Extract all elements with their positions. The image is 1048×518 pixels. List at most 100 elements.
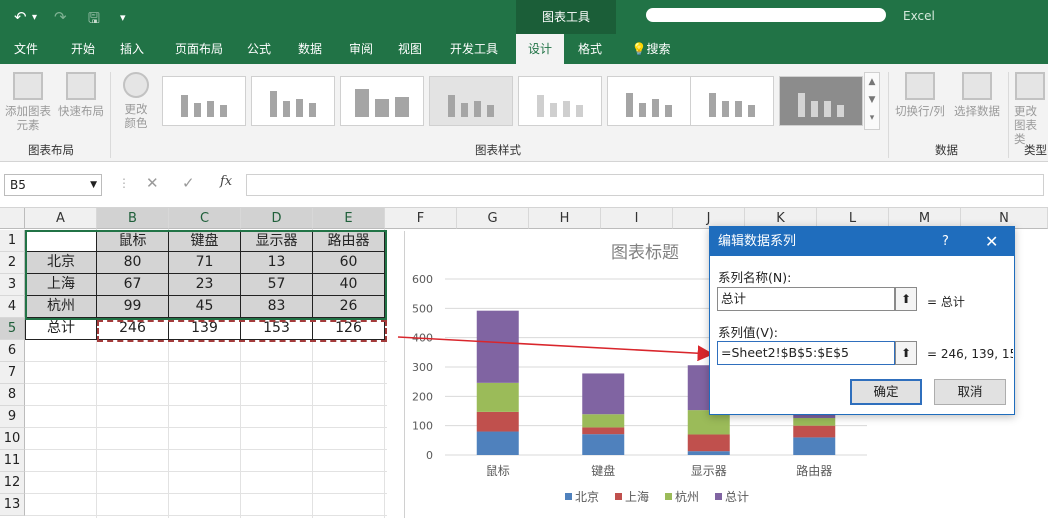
cell-B2[interactable]: 80 (97, 252, 169, 274)
styles-scroll[interactable]: ▲ ▼ ▾ (864, 72, 880, 130)
column-header-E[interactable]: E (313, 208, 385, 229)
name-box[interactable]: B5 ▼ (4, 174, 102, 196)
row-header-9[interactable]: 9 (0, 406, 25, 428)
help-button[interactable]: ? (942, 227, 949, 256)
undo-icon[interactable]: ↶ (14, 8, 27, 26)
enter-icon[interactable]: ✓ (182, 174, 195, 192)
row-header-11[interactable]: 11 (0, 450, 25, 472)
tab-1[interactable]: 开始 (62, 34, 104, 64)
cell-A3[interactable]: 上海 (25, 274, 97, 296)
close-button[interactable]: ✕ (985, 227, 998, 256)
chart-style-4[interactable] (429, 76, 513, 126)
ok-button[interactable]: 确定 (850, 379, 922, 405)
tab-3[interactable]: 页面布局 (166, 34, 232, 64)
row-header-6[interactable]: 6 (0, 340, 25, 362)
select-data-button[interactable]: 选择数据 (950, 72, 1004, 118)
column-header-G[interactable]: G (457, 208, 529, 229)
undo-dropdown-icon[interactable]: ▾ (32, 12, 37, 23)
column-header-D[interactable]: D (241, 208, 313, 229)
column-header-C[interactable]: C (169, 208, 241, 229)
tab-4[interactable]: 公式 (240, 34, 278, 64)
switch-row-column-button[interactable]: 切换行/列 (892, 72, 948, 118)
chart-style-7[interactable] (690, 76, 774, 126)
customize-toolbar-icon[interactable]: ▾ (120, 11, 126, 24)
tab-11[interactable]: 💡搜索 (624, 34, 678, 64)
tab-9[interactable]: 设计 (516, 34, 564, 64)
formula-input[interactable] (246, 174, 1044, 196)
cell-E1[interactable]: 路由器 (313, 230, 385, 252)
cell-B3[interactable]: 67 (97, 274, 169, 296)
cell-C2[interactable]: 71 (169, 252, 241, 274)
collapse-dialog-icon[interactable]: ⬆ (895, 287, 917, 311)
cell-C3[interactable]: 23 (169, 274, 241, 296)
tab-0[interactable]: 文件 (12, 34, 40, 64)
row-header-7[interactable]: 7 (0, 362, 25, 384)
cell-A5[interactable]: 总计 (25, 318, 97, 340)
chart-style-1[interactable] (162, 76, 246, 126)
series-name-preview: = 总计 (927, 295, 965, 309)
cell-E4[interactable]: 26 (313, 296, 385, 318)
cell-C5[interactable]: 139 (169, 318, 241, 340)
tab-7[interactable]: 视图 (392, 34, 428, 64)
row-header-3[interactable]: 3 (0, 274, 25, 296)
cell-B5[interactable]: 246 (97, 318, 169, 340)
insert-function-icon[interactable]: fx (220, 174, 232, 189)
group-separator (888, 72, 889, 158)
cell-D2[interactable]: 13 (241, 252, 313, 274)
cancel-icon[interactable]: ✕ (146, 174, 159, 192)
tab-8[interactable]: 开发工具 (444, 34, 504, 64)
series-values-input[interactable]: =Sheet2!$B$5:$E$5 (717, 341, 895, 365)
tab-2[interactable]: 插入 (114, 34, 150, 64)
row-header-5[interactable]: 5 (0, 318, 25, 340)
chart-style-2[interactable] (251, 76, 335, 126)
series-name-input[interactable]: 总计 (717, 287, 895, 311)
column-header-F[interactable]: F (385, 208, 457, 229)
cell-E5[interactable]: 126 (313, 318, 385, 340)
cancel-button[interactable]: 取消 (934, 379, 1006, 405)
column-header-H[interactable]: H (529, 208, 601, 229)
change-colors-button[interactable]: 更改 颜色 (114, 72, 158, 130)
collapse-dialog-icon[interactable]: ⬆ (895, 341, 917, 365)
row-header-10[interactable]: 10 (0, 428, 25, 450)
cell-D1[interactable]: 显示器 (241, 230, 313, 252)
redo-icon[interactable]: ↷ (54, 8, 67, 26)
row-header-4[interactable]: 4 (0, 296, 25, 318)
row-header-12[interactable]: 12 (0, 472, 25, 494)
cell-C4[interactable]: 45 (169, 296, 241, 318)
cell-E3[interactable]: 40 (313, 274, 385, 296)
chart-style-5[interactable] (518, 76, 602, 126)
quick-layout-button[interactable]: 快速布局 (56, 72, 106, 118)
cell-A2[interactable]: 北京 (25, 252, 97, 274)
tab-10[interactable]: 格式 (564, 34, 616, 64)
row-header-2[interactable]: 2 (0, 252, 25, 274)
tab-5[interactable]: 数据 (290, 34, 330, 64)
cell-E2[interactable]: 60 (313, 252, 385, 274)
row-header-8[interactable]: 8 (0, 384, 25, 406)
column-header-I[interactable]: I (601, 208, 673, 229)
y-tick-label: 400 (412, 332, 433, 345)
row-header-13[interactable]: 13 (0, 494, 25, 516)
formula-bar: B5 ▼ ⋮ ✕ ✓ fx (0, 162, 1048, 208)
cell-D3[interactable]: 57 (241, 274, 313, 296)
row-header-1[interactable]: 1 (0, 230, 25, 252)
chevron-down-icon[interactable]: ▼ (90, 175, 97, 195)
cell-A1[interactable] (25, 230, 97, 252)
chart-style-6[interactable] (607, 76, 691, 126)
y-tick-label: 200 (412, 390, 433, 403)
add-chart-element-button[interactable]: 添加图表 元素 (2, 72, 54, 132)
chart-style-8[interactable] (779, 76, 863, 126)
save-icon[interactable]: 🖫 (88, 8, 100, 32)
cell-A4[interactable]: 杭州 (25, 296, 97, 318)
change-chart-type-button[interactable]: 更改 图表类 (1012, 72, 1048, 146)
chart-style-3[interactable] (340, 76, 424, 126)
tab-6[interactable]: 审阅 (342, 34, 380, 64)
cell-D4[interactable]: 83 (241, 296, 313, 318)
column-header-A[interactable]: A (25, 208, 97, 229)
cell-C1[interactable]: 键盘 (169, 230, 241, 252)
select-all-corner[interactable] (0, 208, 25, 229)
y-tick-label: 0 (426, 449, 433, 462)
column-header-B[interactable]: B (97, 208, 169, 229)
cell-D5[interactable]: 153 (241, 318, 313, 340)
cell-B4[interactable]: 99 (97, 296, 169, 318)
cell-B1[interactable]: 鼠标 (97, 230, 169, 252)
